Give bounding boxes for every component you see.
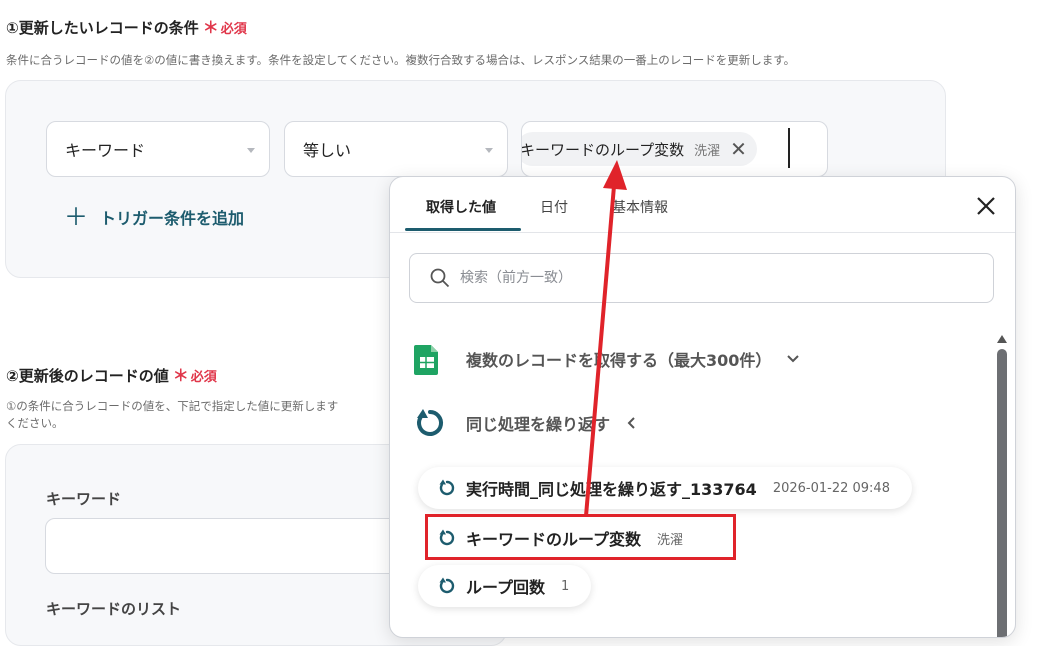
section2-title: ②更新後のレコードの値＊必須 <box>6 366 217 385</box>
chip-remove-icon[interactable]: ✕ <box>730 139 747 159</box>
scrollbar-thumb[interactable] <box>997 349 1007 637</box>
value-item-execution-time[interactable]: 実行時間_同じ処理を繰り返す_133764 2026-01-22 09:48 <box>418 467 912 509</box>
search-box[interactable] <box>409 253 994 303</box>
scrollbar[interactable] <box>997 335 1007 637</box>
google-sheets-icon <box>414 345 438 375</box>
required-badge: ＊必須 <box>172 366 217 385</box>
operator-select[interactable]: 等しい <box>284 121 508 177</box>
group-loop[interactable]: 同じ処理を繰り返す <box>414 407 640 439</box>
search-input[interactable] <box>458 269 942 287</box>
active-tab-indicator <box>405 228 521 231</box>
chevron-left-icon[interactable] <box>624 415 640 431</box>
section2-description-line1: ①の条件に合うレコードの値を、下記で指定した値に更新します <box>6 399 339 413</box>
value-field[interactable]: キーワードのループ変数 洗濯 ✕ <box>521 121 828 177</box>
search-icon <box>430 268 450 288</box>
popup-tabs: 取得した値 日付 基本情報 <box>390 177 1015 233</box>
section1-title: ①更新したいレコードの条件＊必須 <box>6 18 247 37</box>
scroll-up-arrow-icon[interactable] <box>997 335 1007 343</box>
add-trigger-condition-button[interactable]: ＋ トリガー条件を追加 <box>64 205 244 229</box>
keyword-input[interactable] <box>45 518 445 574</box>
close-icon[interactable] <box>975 195 997 217</box>
tab-basic-info[interactable]: 基本情報 <box>612 197 668 217</box>
chevron-down-icon[interactable] <box>785 351 801 367</box>
section2-description-line2: ください。 <box>6 416 64 430</box>
required-badge: ＊必須 <box>202 18 247 37</box>
value-picker-popup: 取得した値 日付 基本情報 複数のレコードを取得する（最大300件） <box>389 176 1016 638</box>
keyword-field-label: キーワード <box>46 490 122 508</box>
value-chip[interactable]: キーワードのループ変数 洗濯 ✕ <box>522 132 757 166</box>
value-item-loop-count[interactable]: ループ回数 1 <box>418 565 592 607</box>
loop-icon <box>439 479 455 496</box>
keyword-list-field-label: キーワードのリスト <box>46 600 182 618</box>
loop-icon <box>417 409 443 436</box>
text-cursor <box>788 128 790 168</box>
tab-date[interactable]: 日付 <box>540 197 568 217</box>
group-get-records[interactable]: 複数のレコードを取得する（最大300件） <box>414 343 801 375</box>
dropdown-caret-icon <box>247 148 255 153</box>
loop-icon <box>439 577 455 594</box>
annotation-highlight-box <box>425 514 736 560</box>
field-select[interactable]: キーワード <box>46 121 270 177</box>
plus-icon: ＋ <box>64 203 88 231</box>
section1-description: 条件に合うレコードの値を②の値に書き換えます。条件を設定してください。複数行合致… <box>6 53 796 67</box>
tab-retrieved-values[interactable]: 取得した値 <box>426 197 496 217</box>
dropdown-caret-icon <box>485 148 493 153</box>
